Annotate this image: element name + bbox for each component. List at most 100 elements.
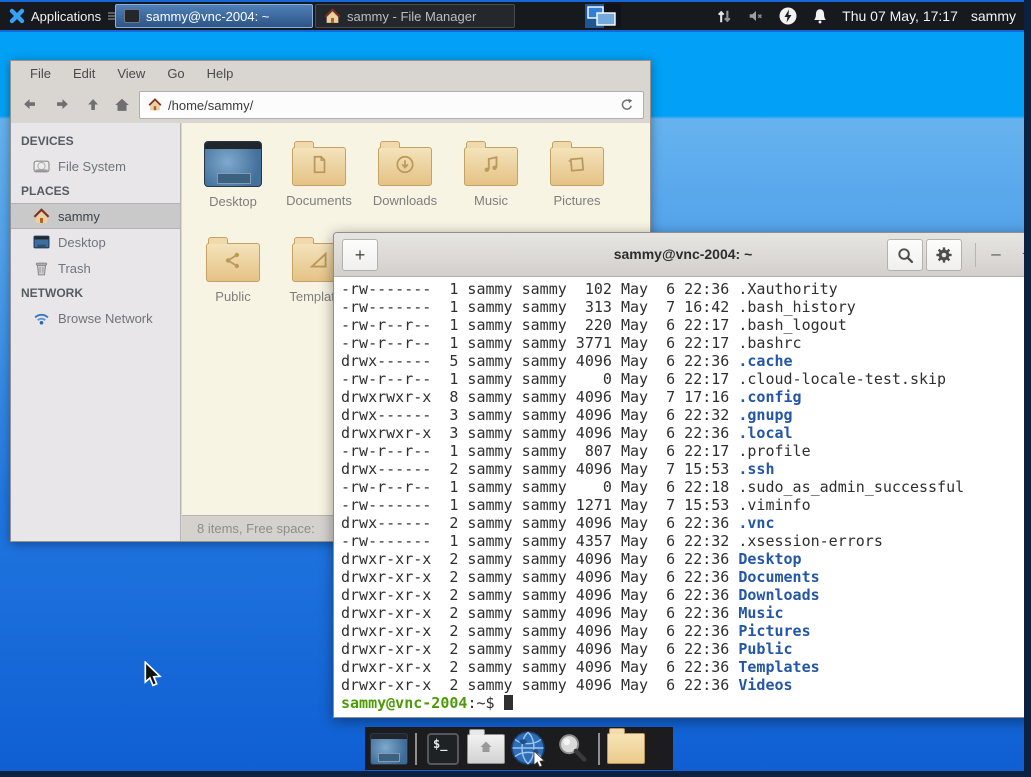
- folder-item-label: Public: [190, 289, 276, 304]
- filesystem-icon: [33, 158, 50, 175]
- folder-item-documents[interactable]: Documents: [276, 135, 362, 231]
- terminal-line: -rw------- 1 sammy sammy 102 May 6 22:36…: [341, 280, 1024, 298]
- file-name: Desktop: [738, 550, 801, 568]
- search-icon: [896, 246, 915, 265]
- notification-bell-icon[interactable]: [811, 7, 829, 25]
- menu-item-edit[interactable]: Edit: [62, 61, 106, 87]
- file-name: .vnc: [738, 514, 774, 532]
- file-name: Public: [738, 640, 792, 658]
- search-icon: [553, 730, 591, 768]
- terminal-line: drwxr-xr-x 2 sammy sammy 4096 May 6 22:3…: [341, 604, 1024, 622]
- sidebar-item-browse-network[interactable]: Browse Network: [11, 305, 180, 331]
- file-name: .ssh: [738, 460, 774, 478]
- line-prefix: drwxr-xr-x 2 sammy sammy 4096 May 6 22:3…: [341, 658, 738, 676]
- workspace-pager[interactable]: [585, 4, 621, 28]
- file-name: .gnupg: [738, 406, 792, 424]
- terminal-line: drwxr-xr-x 2 sammy sammy 4096 May 6 22:3…: [341, 622, 1024, 640]
- sidebar-item-label: sammy: [58, 209, 100, 224]
- panel-username[interactable]: sammy: [971, 8, 1016, 24]
- file-name: Music: [738, 604, 783, 622]
- taskbar-button-sammy-vnc-2004-[interactable]: sammy@vnc-2004: ~: [115, 4, 313, 28]
- file-name: .config: [738, 388, 801, 406]
- public-folder-icon-glyph: [222, 249, 244, 276]
- dock-folder-icon[interactable]: [607, 730, 645, 768]
- music-folder-icon-glyph: [480, 153, 502, 180]
- network-traffic-icon[interactable]: [715, 7, 734, 26]
- terminal-line: drwx------ 2 sammy sammy 4096 May 6 22:3…: [341, 514, 1024, 532]
- folder-item-pictures[interactable]: Pictures: [534, 135, 620, 231]
- folder-item-music[interactable]: Music: [448, 135, 534, 231]
- line-prefix: drwxr-xr-x 2 sammy sammy 4096 May 6 22:3…: [341, 640, 738, 658]
- sidebar-header-places: PLACES: [11, 179, 180, 203]
- clock[interactable]: Thu 07 May, 17:17: [842, 8, 958, 24]
- dock-show-desktop-icon[interactable]: [370, 730, 408, 768]
- home-button[interactable]: [109, 92, 135, 118]
- terminal-headerbar[interactable]: + sammy@vnc-2004: ~ – +: [334, 233, 1024, 277]
- sidebar-item-desktop[interactable]: Desktop: [11, 229, 180, 255]
- terminal-icon: $_: [427, 733, 459, 765]
- sidebar-item-label: Desktop: [58, 235, 106, 250]
- dock-home-folder-icon[interactable]: [467, 730, 505, 768]
- home-folder-icon: [467, 734, 505, 764]
- search-button[interactable]: [887, 239, 923, 271]
- folder-item-downloads[interactable]: Downloads: [362, 135, 448, 231]
- line-prefix: drwx------ 5 sammy sammy 4096 May 6 22:3…: [341, 352, 738, 370]
- file-name: .bashrc: [738, 334, 801, 352]
- downloads-folder-icon: [378, 147, 432, 186]
- prompt-tail: :~$: [467, 694, 494, 712]
- line-prefix: -rw-r--r-- 1 sammy sammy 0 May 6 22:18: [341, 478, 738, 496]
- preferences-button[interactable]: [926, 239, 962, 271]
- line-prefix: drwxr-xr-x 2 sammy sammy 4096 May 6 22:3…: [341, 622, 738, 640]
- top-panel: Applications sammy@vnc-2004: ~sammy - Fi…: [0, 0, 1024, 32]
- back-button[interactable]: [17, 92, 43, 118]
- sidebar-item-label: Browse Network: [58, 311, 153, 326]
- line-prefix: drwx------ 2 sammy sammy 4096 May 6 22:3…: [341, 514, 738, 532]
- reload-icon[interactable]: [619, 97, 635, 113]
- taskbar-button-sammy-file-manager[interactable]: sammy - File Manager: [315, 4, 515, 28]
- terminal-line: -rw------- 1 sammy sammy 4357 May 6 22:3…: [341, 532, 1024, 550]
- address-text: /home/sammy/: [168, 98, 613, 113]
- dock-terminal-icon[interactable]: $_: [424, 730, 462, 768]
- terminal-line: drwx------ 3 sammy sammy 4096 May 6 22:3…: [341, 406, 1024, 424]
- minimize-button[interactable]: –: [982, 239, 1010, 269]
- home-icon: [324, 8, 341, 25]
- address-bar[interactable]: /home/sammy/: [139, 91, 644, 119]
- folder-item-desktop[interactable]: Desktop: [190, 135, 276, 231]
- menu-item-help[interactable]: Help: [196, 61, 245, 87]
- terminal-window: + sammy@vnc-2004: ~ – + -rw------- 1 sam…: [333, 232, 1024, 718]
- menu-item-file[interactable]: File: [19, 61, 62, 87]
- sidebar-item-sammy[interactable]: sammy: [11, 203, 180, 229]
- menu-item-view[interactable]: View: [106, 61, 156, 87]
- terminal-line: drwxrwxr-x 3 sammy sammy 4096 May 6 22:3…: [341, 424, 1024, 442]
- file-name: Templates: [738, 658, 819, 676]
- dock-browser-icon[interactable]: [510, 730, 548, 768]
- terminal-output[interactable]: -rw------- 1 sammy sammy 102 May 6 22:36…: [334, 277, 1024, 717]
- maximize-button[interactable]: +: [1013, 239, 1024, 269]
- prompt-user-host: sammy@vnc-2004: [341, 694, 467, 712]
- volume-muted-icon[interactable]: [747, 7, 765, 25]
- sidebar-item-file-system[interactable]: File System: [11, 153, 180, 179]
- sidebar-item-trash[interactable]: Trash: [11, 255, 180, 281]
- file-name: .bash_logout: [738, 316, 846, 334]
- line-prefix: -rw-r--r-- 1 sammy sammy 220 May 6 22:17: [341, 316, 738, 334]
- power-manager-icon[interactable]: [778, 6, 798, 26]
- applications-menu-button[interactable]: Applications: [4, 2, 121, 30]
- terminal-lines: -rw------- 1 sammy sammy 102 May 6 22:36…: [341, 280, 1024, 694]
- file-name: Documents: [738, 568, 819, 586]
- xfce-logo-icon: [9, 8, 25, 24]
- terminal-line: drwxr-xr-x 2 sammy sammy 4096 May 6 22:3…: [341, 658, 1024, 676]
- terminal-line: drwxr-xr-x 2 sammy sammy 4096 May 6 22:3…: [341, 550, 1024, 568]
- folder-item-public[interactable]: Public: [190, 231, 276, 327]
- file-name: .Xauthority: [738, 280, 837, 298]
- line-prefix: -rw------- 1 sammy sammy 1271 May 7 15:5…: [341, 496, 738, 514]
- forward-button[interactable]: [49, 92, 75, 118]
- new-tab-button[interactable]: +: [342, 239, 378, 271]
- terminal-line: drwxr-xr-x 2 sammy sammy 4096 May 6 22:3…: [341, 586, 1024, 604]
- up-button[interactable]: [81, 92, 107, 118]
- dock-search-icon[interactable]: [553, 730, 591, 768]
- terminal-line: -rw-r--r-- 1 sammy sammy 0 May 6 22:17 .…: [341, 370, 1024, 388]
- line-prefix: -rw-r--r-- 1 sammy sammy 0 May 6 22:17: [341, 370, 738, 388]
- menu-item-go[interactable]: Go: [156, 61, 195, 87]
- terminal-line: drwxr-xr-x 2 sammy sammy 4096 May 6 22:3…: [341, 640, 1024, 658]
- terminal-line: drwx------ 5 sammy sammy 4096 May 6 22:3…: [341, 352, 1024, 370]
